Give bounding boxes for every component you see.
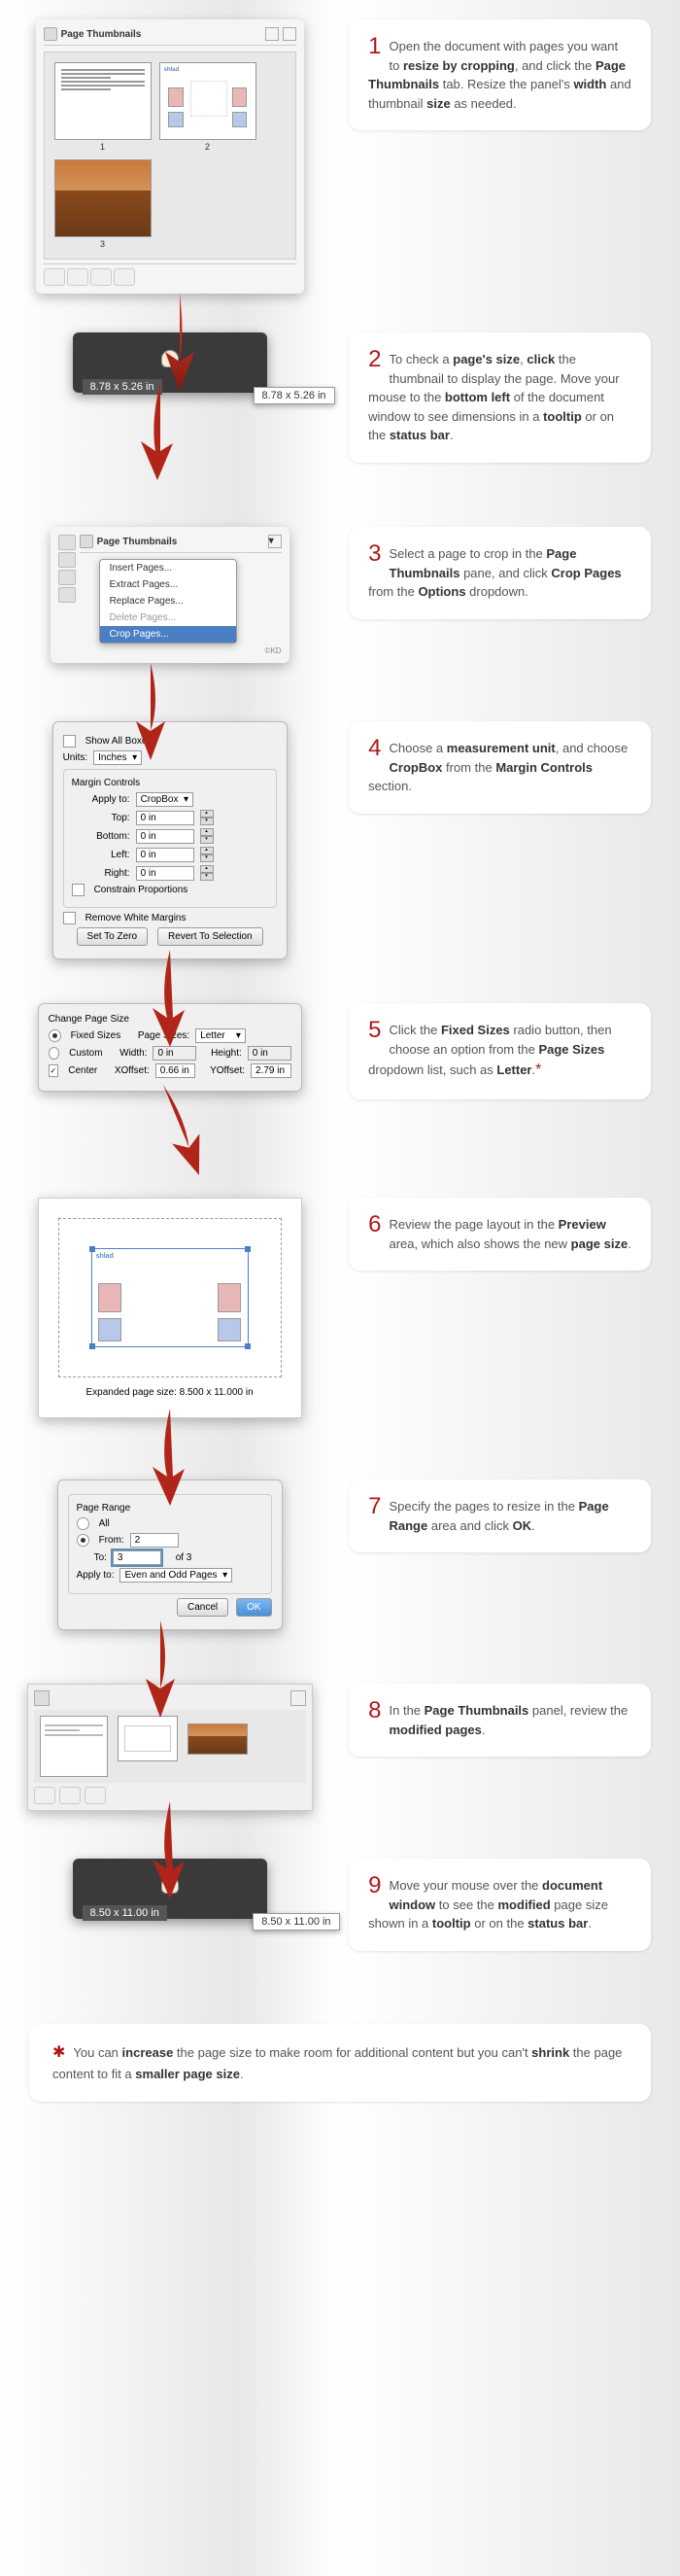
- panel-title: Page Thumbnails: [97, 537, 178, 547]
- page-thumbnails-panel: Page Thumbnails 1 shlad 2 3: [36, 19, 304, 294]
- crop-dialog-margins: Show All Boxes Units:Inches ▾ Margin Con…: [52, 721, 288, 959]
- hand-cursor-icon: [161, 1876, 179, 1894]
- tool-btn[interactable]: [114, 268, 135, 286]
- bottom-input[interactable]: 0 in: [136, 829, 194, 844]
- fixed-sizes-radio[interactable]: [49, 1029, 61, 1042]
- tooltip-box: 8.50 x 11.00 in: [73, 1859, 267, 1919]
- stepper[interactable]: ▴▾: [200, 810, 214, 825]
- menu-delete-pages: Delete Pages...: [100, 609, 236, 626]
- step-2-callout: 2To check a page's size, click the thumb…: [349, 332, 651, 463]
- show-all-checkbox[interactable]: [63, 735, 76, 748]
- page-sizes-select[interactable]: Letter ▾: [195, 1028, 246, 1043]
- thumbnails-icon: [80, 535, 93, 548]
- thumbnail[interactable]: [187, 1723, 248, 1755]
- units-select[interactable]: Inches ▾: [93, 750, 142, 765]
- set-to-zero-button[interactable]: Set To Zero: [77, 927, 149, 946]
- step-1-callout: 1Open the document with pages you want t…: [349, 19, 651, 130]
- dimension-readout: 8.78 x 5.26 in: [83, 379, 162, 395]
- stepper[interactable]: ▴▾: [200, 865, 214, 881]
- from-input[interactable]: 2: [130, 1533, 179, 1548]
- right-input[interactable]: 0 in: [136, 866, 194, 881]
- panel-menu-icon[interactable]: [265, 27, 279, 41]
- sidebar-icons: [58, 535, 76, 655]
- thumb-label: 2: [159, 142, 256, 152]
- thumbnails-icon: [44, 27, 57, 41]
- step-9-callout: 9Move your mouse over the document windo…: [349, 1859, 651, 1951]
- thumb-label: 3: [54, 239, 152, 249]
- change-page-size-panel: Change Page Size Fixed Sizes Page Sizes:…: [38, 1003, 302, 1092]
- width-input: 0 in: [153, 1046, 196, 1061]
- all-radio[interactable]: [77, 1517, 89, 1530]
- dimension-readout: 8.50 x 11.00 in: [83, 1905, 167, 1921]
- yoffset-input[interactable]: 2.79 in: [251, 1063, 291, 1078]
- thumbnail[interactable]: [118, 1716, 178, 1761]
- step-7-callout: 7Specify the pages to resize in the Page…: [349, 1479, 651, 1552]
- page-thumbnails-options: Page Thumbnails ▾ Insert Pages... Extract…: [51, 527, 289, 663]
- tutorial-container: Page Thumbnails 1 shlad 2 3 1Open the do…: [0, 0, 680, 2131]
- hand-cursor-icon: [161, 350, 179, 367]
- thumbnails-strip: [27, 1684, 313, 1811]
- apply-to-select[interactable]: Even and Odd Pages ▾: [119, 1568, 232, 1583]
- step-6-callout: 6 Review the page layout in the Preview …: [349, 1198, 651, 1271]
- revert-button[interactable]: Revert To Selection: [157, 927, 263, 946]
- menu-crop-pages[interactable]: Crop Pages...: [100, 626, 236, 643]
- height-input: 0 in: [248, 1046, 291, 1061]
- tool-btn[interactable]: [59, 1787, 81, 1804]
- xoffset-input[interactable]: 0.66 in: [155, 1063, 196, 1078]
- step-5-callout: 5Click the Fixed Sizes radio button, the…: [349, 1003, 651, 1099]
- center-checkbox[interactable]: ✓: [49, 1064, 59, 1077]
- apply-to-select[interactable]: CropBox ▾: [136, 792, 193, 807]
- tool-btn[interactable]: [44, 268, 65, 286]
- dimension-tooltip: 8.50 x 11.00 in: [253, 1913, 339, 1931]
- thumbnail-2[interactable]: shlad: [159, 62, 256, 140]
- cancel-button[interactable]: Cancel: [177, 1598, 228, 1617]
- menu-insert-pages[interactable]: Insert Pages...: [100, 560, 236, 576]
- stepper[interactable]: ▴▾: [200, 847, 214, 862]
- top-input[interactable]: 0 in: [136, 811, 194, 825]
- tool-btn[interactable]: [85, 1787, 106, 1804]
- page-range-panel: Page Range All From:2 To:3 of 3 Apply to…: [57, 1479, 283, 1630]
- step-4-callout: 4Choose a measurement unit, and choose C…: [349, 721, 651, 814]
- stepper[interactable]: ▴▾: [200, 828, 214, 844]
- tool-btn[interactable]: [67, 268, 88, 286]
- options-menu: Insert Pages... Extract Pages... Replace…: [99, 559, 237, 644]
- step-3-callout: 3Select a page to crop in the Page Thumb…: [349, 527, 651, 619]
- tool-btn[interactable]: [90, 268, 112, 286]
- thumbnail[interactable]: [40, 1716, 108, 1777]
- footnote: ✱You can increase the page size to make …: [29, 2024, 651, 2102]
- remove-white-checkbox[interactable]: [63, 912, 76, 924]
- thumbnail-3[interactable]: [54, 159, 152, 237]
- thumb-label: 1: [54, 142, 152, 152]
- constrain-checkbox[interactable]: [72, 884, 85, 896]
- left-input[interactable]: 0 in: [136, 848, 194, 862]
- options-dropdown-icon[interactable]: ▾: [268, 535, 282, 548]
- custom-radio[interactable]: [49, 1047, 60, 1060]
- menu-replace-pages[interactable]: Replace Pages...: [100, 593, 236, 609]
- ok-button[interactable]: OK: [236, 1598, 271, 1617]
- to-input[interactable]: 3: [113, 1550, 161, 1565]
- panel-control-icon[interactable]: [290, 1690, 306, 1706]
- from-radio[interactable]: [77, 1534, 89, 1547]
- tooltip-box: 8.78 x 5.26 in: [73, 332, 267, 393]
- preview-area: shlad Expanded page size: 8.500 x 11.000…: [38, 1198, 302, 1418]
- panel-title: Page Thumbnails: [61, 29, 142, 40]
- tool-btn[interactable]: [34, 1787, 55, 1804]
- step-8-callout: 8In the Page Thumbnails panel, review th…: [349, 1684, 651, 1757]
- preview-size-label: Expanded page size: 8.500 x 11.000 in: [58, 1387, 282, 1398]
- dimension-tooltip: 8.78 x 5.26 in: [254, 387, 335, 404]
- panel-close-icon[interactable]: [283, 27, 296, 41]
- thumbnails-icon: [34, 1690, 50, 1706]
- thumbnail-1[interactable]: [54, 62, 152, 140]
- preview-crop-box[interactable]: shlad: [91, 1248, 249, 1347]
- menu-extract-pages[interactable]: Extract Pages...: [100, 576, 236, 593]
- watermark: ©KD: [80, 646, 282, 655]
